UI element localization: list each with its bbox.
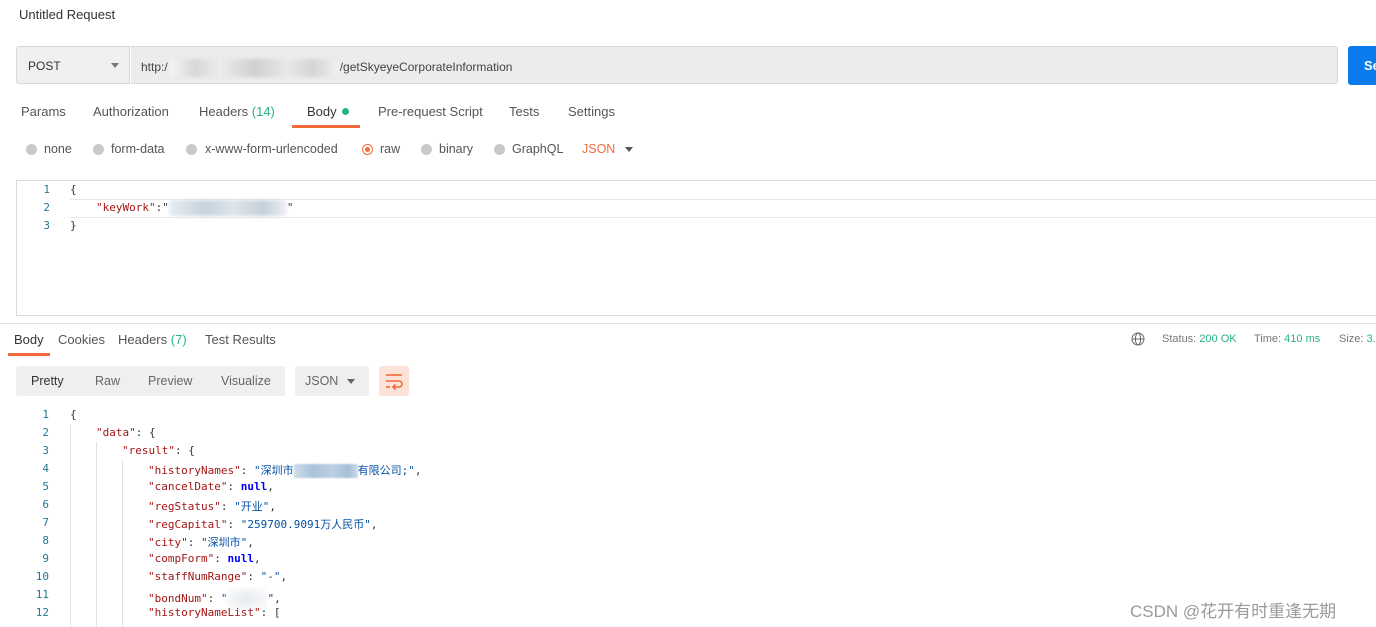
radio-none[interactable] (26, 144, 37, 155)
redacted-name (293, 464, 358, 478)
response-tab-headers[interactable]: Headers (7) (118, 332, 187, 347)
line-number: 6 (42, 498, 49, 511)
code-line: "compForm": null, (148, 552, 261, 565)
line-number: 10 (35, 570, 49, 583)
method-label: POST (28, 59, 61, 73)
code-line: "staffNumRange": "-", (148, 570, 288, 583)
radio-form-data[interactable] (93, 144, 104, 155)
indent-guide (122, 460, 123, 627)
redacted-host (169, 59, 338, 77)
line-number: 12 (35, 606, 49, 619)
body-indicator-dot (341, 108, 349, 115)
indent-guide (96, 442, 97, 627)
code-line: "cancelDate": null, (148, 480, 274, 493)
body-format-select[interactable]: JSON (582, 142, 615, 156)
code-line: "historyNames": "深圳市 有限公司;", (148, 464, 422, 478)
option-urlencoded-label[interactable]: x-www-form-urlencoded (205, 142, 338, 156)
code-line: { (70, 408, 77, 421)
response-tab-body[interactable]: Body (14, 332, 44, 347)
line-number: 8 (42, 534, 49, 547)
code-line: "keyWork":" " (96, 200, 294, 216)
code-line: { (70, 183, 77, 196)
response-tab-cookies[interactable]: Cookies (58, 332, 105, 347)
wrap-lines-button[interactable] (379, 366, 409, 396)
pane-divider[interactable] (0, 323, 1376, 324)
tab-authorization[interactable]: Authorization (93, 104, 169, 119)
line-number: 1 (42, 408, 49, 421)
url-suffix: /getSkyeyeCorporateInformation (339, 60, 513, 75)
line-number: 3 (43, 219, 50, 232)
tab-pre-request-script[interactable]: Pre-request Script (378, 104, 483, 119)
line-number: 4 (42, 462, 49, 475)
tab-body[interactable]: Body (307, 104, 349, 119)
method-select[interactable]: POST (16, 46, 130, 84)
view-preview-button[interactable]: Preview (148, 374, 192, 388)
code-line: "historyNameList": [ (148, 606, 281, 619)
tab-headers[interactable]: Headers (14) (199, 104, 275, 119)
chevron-down-icon (111, 63, 119, 68)
send-button[interactable]: Se (1348, 46, 1376, 85)
code-line: } (70, 219, 77, 232)
indent-guide (70, 424, 71, 627)
time-info: Time: 410 ms (1254, 333, 1321, 345)
active-tab-indicator (292, 125, 360, 128)
option-graphql-label[interactable]: GraphQL (512, 142, 563, 156)
url-prefix: http:/ (141, 60, 168, 75)
line-number: 1 (43, 183, 50, 196)
line-number: 2 (43, 201, 50, 214)
line-number: 5 (42, 480, 49, 493)
radio-urlencoded[interactable] (186, 144, 197, 155)
active-response-tab-indicator (8, 353, 50, 356)
radio-raw[interactable] (362, 144, 373, 155)
headers-count: (14) (251, 104, 275, 119)
option-binary-label[interactable]: binary (439, 142, 473, 156)
code-line: "city": "深圳市", (148, 536, 254, 549)
wrap-icon (386, 374, 403, 391)
view-raw-button[interactable]: Raw (95, 374, 120, 388)
response-tab-test-results[interactable]: Test Results (205, 332, 276, 347)
chevron-down-icon (347, 379, 355, 384)
view-pretty-button[interactable]: Pretty (31, 374, 64, 388)
response-headers-count: (7) (170, 332, 187, 347)
line-number: 9 (42, 552, 49, 565)
tab-tests[interactable]: Tests (509, 104, 539, 119)
response-format-select[interactable]: JSON (295, 366, 369, 396)
request-title[interactable]: Untitled Request (19, 7, 115, 22)
code-line: "result": { (122, 444, 195, 457)
option-form-data-label[interactable]: form-data (111, 142, 165, 156)
code-line: "data": { (96, 426, 156, 439)
view-visualize-button[interactable]: Visualize (221, 374, 271, 388)
size-info: Size: 3. (1339, 333, 1376, 345)
radio-graphql[interactable] (494, 144, 505, 155)
send-label: Se (1364, 58, 1376, 73)
watermark: CSDN @花开有时重逢无期 (1130, 602, 1337, 621)
globe-icon[interactable] (1131, 332, 1145, 346)
tab-settings[interactable]: Settings (568, 104, 615, 119)
line-number: 2 (42, 426, 49, 439)
tab-params[interactable]: Params (21, 104, 66, 119)
url-input[interactable]: http:/ /getSkyeyeCorporateInformation (131, 46, 1338, 84)
line-number: 3 (42, 444, 49, 457)
chevron-down-icon[interactable] (625, 147, 633, 152)
option-none-label[interactable]: none (44, 142, 72, 156)
line-number: 7 (42, 516, 49, 529)
redacted-value (168, 200, 287, 216)
radio-binary[interactable] (421, 144, 432, 155)
code-line: "regStatus": "开业", (148, 500, 276, 513)
status-info: Status: 200 OK (1162, 333, 1237, 345)
code-line: "regCapital": "259700.9091万人民币", (148, 518, 378, 531)
format-label: JSON (305, 374, 339, 388)
line-number: 11 (35, 588, 49, 601)
option-raw-label[interactable]: raw (380, 142, 400, 156)
